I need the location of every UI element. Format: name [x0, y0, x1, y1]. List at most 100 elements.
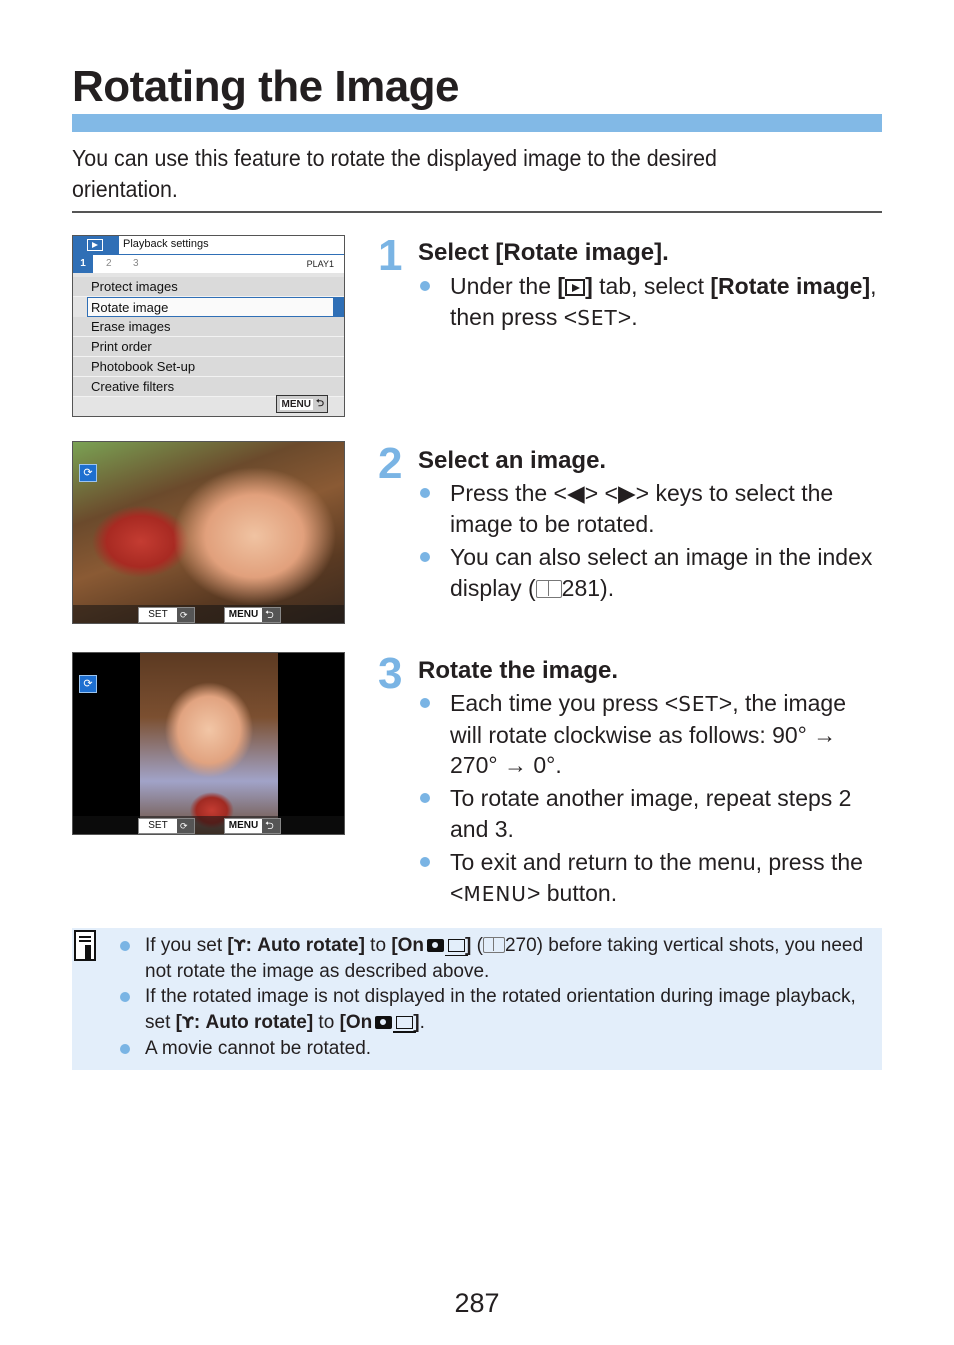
wrench-icon: ϒ	[233, 936, 246, 955]
intro-text: You can use this feature to rotate the d…	[72, 145, 717, 202]
bullet-icon	[420, 552, 430, 562]
text: >.	[617, 303, 638, 330]
camera-icon	[427, 939, 445, 952]
camera-icon	[375, 1015, 393, 1029]
text: [On	[339, 1011, 373, 1033]
computer-icon	[393, 1015, 417, 1033]
note-item-1: If you set [ϒ: Auto rotate] to [On] (270…	[145, 933, 865, 984]
bullet-icon	[420, 857, 430, 867]
menu-button-symbol: MENU	[463, 881, 527, 906]
menu-item-erase-images: Erase images	[73, 317, 344, 337]
step2-bullet-1: Press the <◀> <▶> keys to select the ima…	[450, 478, 890, 539]
bullet-icon	[420, 698, 430, 708]
text: tab, select	[592, 273, 711, 299]
subtab-1: 1	[73, 255, 93, 273]
computer-icon	[445, 939, 469, 956]
text: Each time you press <	[450, 690, 679, 716]
playback-tab	[73, 236, 119, 256]
text: to	[313, 1011, 340, 1033]
title-underline-bar	[72, 114, 882, 132]
menu-subtabs: 1 2 3 PLAY1	[73, 255, 344, 273]
subtab-3: 3	[133, 258, 139, 269]
step2-bullet-2: You can also select an image in the inde…	[450, 542, 890, 603]
text: ).	[600, 574, 615, 601]
playback-icon	[87, 239, 103, 251]
text: : Auto rotate]	[193, 1011, 314, 1033]
menu-label: MENU	[225, 819, 262, 833]
set-button-symbol: SET	[577, 305, 618, 330]
text: Press the <	[450, 480, 567, 506]
playback-icon	[565, 279, 586, 296]
photo-control-bar: SET ⟳ MENU ⮌	[73, 605, 344, 623]
page-reference-link[interactable]: 281	[562, 575, 600, 601]
menu-item-rotate-image: Rotate image	[87, 297, 344, 317]
step3-bullet-2: To rotate another image, repeat steps 2 …	[450, 783, 860, 844]
text: [Rotate image]	[710, 273, 871, 299]
step-title-1: Select [Rotate image].	[418, 239, 669, 266]
menu-return-guide: MENU ⮌	[224, 818, 281, 834]
text: [On	[391, 935, 425, 956]
menu-header: Playback settings	[73, 236, 344, 256]
return-icon: ⮌	[315, 397, 324, 409]
text: A movie cannot be rotated.	[145, 1038, 372, 1059]
photo-control-bar: SET ⟳ MENU ⮌	[73, 816, 344, 834]
set-button-symbol: SET	[678, 692, 719, 716]
rotate-icon: ⟳	[79, 675, 97, 693]
menu-item-print-order: Print order	[73, 337, 344, 357]
text: [	[557, 273, 566, 299]
text: .	[419, 1011, 425, 1033]
camera-menu-screen: Playback settings 1 2 3 PLAY1 Protect im…	[72, 235, 345, 417]
bullet-icon	[120, 992, 130, 1002]
page-reference-link[interactable]: 270	[505, 935, 537, 956]
step1-bullet-1: Under the [] tab, select [Rotate image],…	[450, 271, 890, 333]
page-number: 287	[454, 1288, 500, 1318]
menu-back-button: MENU ⮌	[275, 395, 328, 413]
return-icon: ⮌	[265, 820, 274, 832]
rotate-small-icon: ⟳	[180, 821, 188, 831]
page-title: Rotating the Image	[72, 62, 460, 111]
set-label: SET	[139, 608, 177, 622]
text: You can also select an image in the inde…	[450, 544, 873, 601]
menu-label: MENU	[225, 608, 262, 622]
set-rotate-guide: SET ⟳	[138, 818, 195, 834]
menu-return-guide: MENU ⮌	[224, 607, 281, 623]
rotate-icon: ⟳	[79, 464, 97, 482]
camera-photo-screen-vertical: ⟳ SET ⟳ MENU ⮌	[72, 652, 345, 835]
camera-photo-screen-rotated: ⟳ SET ⟳ MENU ⮌	[72, 441, 345, 624]
text: to	[364, 935, 392, 956]
bullet-icon	[120, 941, 130, 951]
text: (	[471, 935, 483, 956]
menu-item-photobook-setup: Photobook Set-up	[73, 357, 344, 377]
menu-header-title: Playback settings	[123, 238, 209, 250]
right-arrow-icon: ▶	[617, 480, 636, 506]
book-reference-icon	[535, 579, 562, 598]
text: ]	[585, 273, 593, 299]
bullet-icon	[420, 281, 430, 291]
step-title-3: Rotate the image.	[418, 657, 619, 684]
menu-list: Protect images Rotate image Erase images…	[73, 277, 344, 397]
note-pencil-icon	[74, 930, 96, 961]
step-title-2: Select an image.	[418, 447, 607, 474]
menu-item-creative-filters: Creative filters	[73, 377, 344, 397]
section-divider	[72, 211, 882, 213]
menu-label: MENU	[279, 398, 313, 410]
portrait-photo	[140, 653, 278, 834]
subtab-2: 2	[106, 258, 112, 269]
step3-bullet-1: Each time you press <SET>, the image wil…	[450, 688, 875, 781]
return-icon: ⮌	[265, 609, 274, 621]
bullet-icon	[420, 793, 430, 803]
text: To rotate another image, repeat steps 2 …	[450, 785, 852, 842]
note-item-2: If the rotated image is not displayed in…	[145, 984, 865, 1035]
left-arrow-icon: ◀	[566, 480, 585, 506]
text: Under the	[450, 273, 558, 299]
step-number-3: 3	[378, 649, 403, 698]
step-number-2: 2	[378, 439, 403, 488]
text: > <	[584, 480, 618, 506]
step3-bullet-3: To exit and return to the menu, press th…	[450, 847, 890, 909]
text: > button.	[526, 879, 618, 906]
book-reference-icon	[482, 937, 505, 953]
bullet-icon	[420, 488, 430, 498]
wrench-icon: ϒ	[181, 1012, 194, 1032]
menu-item-protect-images: Protect images	[73, 277, 344, 297]
step-number-1: 1	[378, 231, 403, 280]
